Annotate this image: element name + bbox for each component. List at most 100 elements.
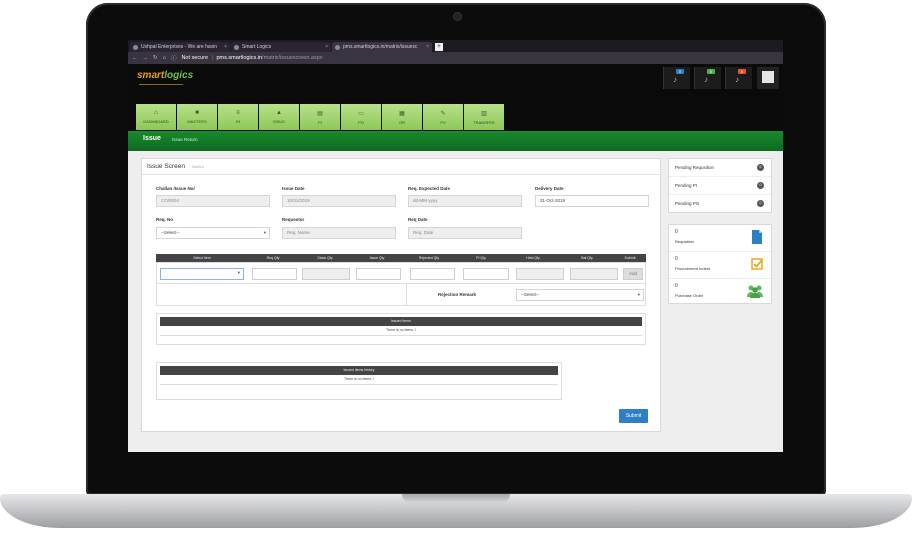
req-date-field[interactable]: Req. Date: [408, 227, 522, 239]
browser-tab[interactable]: Smart Logics ×: [231, 42, 331, 52]
col-header: Rejected Qty: [418, 256, 440, 260]
close-icon[interactable]: ×: [325, 44, 328, 50]
issue-qty-input[interactable]: [356, 268, 401, 280]
nav-item-pi[interactable]: ▤ PI: [300, 104, 340, 130]
held-qty-input[interactable]: [516, 268, 564, 280]
nav-item-pv[interactable]: ✎ PV: [423, 104, 463, 130]
pending-label: Pending PI: [675, 183, 698, 188]
nav-item-masters[interactable]: ■ MASTERS: [177, 104, 217, 130]
tab-label: Smart Logics: [242, 44, 272, 50]
stat-requsition[interactable]: 0 Requsition: [669, 225, 771, 252]
back-icon[interactable]: ←: [132, 55, 138, 61]
notification-bell-2[interactable]: ♪ 0: [694, 67, 721, 89]
section-title[interactable]: Issue: [143, 135, 161, 142]
table-header: Issued Items history: [160, 366, 558, 375]
browser-urlbar: ← → ↻ ⌂ ⓘ Not secure | pms.smartlogics.i…: [128, 52, 783, 64]
issue-screen-panel: Issue Screen Matrix ▸ Challan /Issue No/…: [141, 158, 661, 432]
pending-row[interactable]: Pending PO 0: [669, 195, 771, 212]
rejection-remark-label: Rejection Remark: [438, 292, 477, 297]
user-icon: ▲: [276, 110, 282, 116]
stat-value: 0: [675, 256, 678, 262]
items-grid-row: ▾ Add: [156, 262, 646, 284]
pending-row[interactable]: Pending Requsition 0: [669, 159, 771, 177]
req-no-select[interactable]: --Select-- ▾: [156, 227, 270, 239]
submit-button[interactable]: Submit: [619, 409, 648, 423]
col-header: Req Qty: [266, 256, 280, 260]
nav-item-gr[interactable]: ▦ GR: [382, 104, 422, 130]
rejection-remark-value: --Select--: [521, 292, 540, 297]
stat-purchase-order[interactable]: 0 Purchase Order: [669, 279, 771, 305]
req-qty-input[interactable]: [252, 268, 297, 280]
notification-badge: 0: [707, 69, 715, 74]
close-icon[interactable]: ×: [426, 44, 429, 50]
issue-date-field[interactable]: 10/31/2019: [282, 195, 396, 207]
favicon-icon: [133, 44, 138, 50]
divider: [406, 284, 407, 305]
challan-field[interactable]: CO/0004: [156, 195, 270, 207]
col-header: Issue Qty: [369, 256, 385, 260]
address-field[interactable]: ⓘ Not secure | pms.smartlogics.in/matrix…: [171, 54, 323, 62]
main-nav: ⌂ DASHBOARD ■ MASTERS ≡ RI ▲ ISSUE ▤ PI ▭ PO ▦…: [136, 104, 505, 130]
new-tab-icon[interactable]: +: [435, 43, 443, 51]
rejection-row: Rejection Remark --Select-- ▾: [156, 284, 646, 306]
nav-label: MASTERS: [187, 119, 207, 124]
panel-title: Issue Screen: [147, 163, 185, 170]
user-menu[interactable]: [757, 67, 779, 89]
doc-icon: ▤: [317, 111, 323, 117]
col-header: Bal Qty: [581, 256, 593, 260]
logo-part-b: logics: [164, 70, 194, 81]
col-header: PI Qty: [476, 256, 486, 260]
pending-label: Pending Requsition: [675, 165, 715, 170]
stat-procurement[interactable]: 0 Procurement Indent: [669, 252, 771, 279]
delivery-date-field[interactable]: 31-Oct-2019: [535, 195, 649, 207]
pending-panel: Pending Requsition 0 Pending PI 0 Pending …: [668, 158, 772, 213]
browser-tab-active[interactable]: pms.smartlogics.in/matrix/issuesc ×: [332, 42, 432, 52]
stat-label: Procurement Indent: [675, 266, 711, 271]
notification-bell-1[interactable]: ♪ 0: [663, 67, 690, 89]
reload-icon[interactable]: ↻: [153, 55, 158, 61]
notification-bell-3[interactable]: ♪ 0: [725, 67, 752, 89]
requestor-label: Requestor: [282, 217, 305, 222]
chevron-down-icon: ▾: [637, 292, 640, 297]
forward-icon[interactable]: →: [143, 55, 149, 61]
empty-message: There is no Items..!: [160, 326, 642, 336]
logo[interactable]: smartlogics: [137, 70, 193, 81]
col-header: Select Item: [193, 256, 211, 260]
req-expected-field[interactable]: dd-MM-yyyy: [408, 195, 522, 207]
info-icon: ⓘ: [170, 56, 177, 62]
nav-item-po[interactable]: ▭ PO: [341, 104, 381, 130]
camera: [454, 13, 461, 20]
section-sub-link[interactable]: Issue Return: [172, 137, 198, 142]
add-button[interactable]: Add: [623, 268, 643, 280]
pi-qty-input[interactable]: [463, 268, 509, 280]
briefcase-icon: ■: [195, 110, 199, 116]
col-header: Stock Qty: [317, 256, 333, 260]
nav-item-issue[interactable]: ▲ ISSUE: [259, 104, 299, 130]
home-icon[interactable]: ⌂: [163, 55, 166, 61]
nav-item-transfer[interactable]: ▥ TRANSFER: [464, 104, 504, 130]
chevron-down-icon: ▾: [263, 230, 266, 235]
browser-tab[interactable]: Ushpal Enterprises - We are havin ×: [130, 42, 230, 52]
bal-qty-input[interactable]: [570, 268, 618, 280]
calendar-icon: ▦: [399, 111, 405, 117]
issued-history-table: Issued Items history There is no Items..…: [156, 362, 562, 400]
rejection-remark-select[interactable]: --Select-- ▾: [516, 289, 644, 301]
requestor-field[interactable]: Req. Name: [282, 227, 396, 239]
divider: |: [212, 55, 214, 61]
stock-qty-input[interactable]: [302, 268, 350, 280]
bell-icon: ♪: [673, 75, 677, 84]
favicon-icon: [234, 44, 239, 50]
select-item-dropdown[interactable]: ▾: [160, 268, 244, 280]
rejected-qty-input[interactable]: [410, 268, 455, 280]
pending-row[interactable]: Pending PI 0: [669, 177, 771, 195]
req-no-value: --Select--: [161, 230, 180, 235]
col-header: Submit: [624, 256, 636, 260]
breadcrumb: Matrix ▸: [192, 165, 205, 169]
close-icon[interactable]: ×: [224, 44, 227, 50]
nav-label: PO: [358, 120, 364, 125]
nav-item-dashboard[interactable]: ⌂ DASHBOARD: [136, 104, 176, 130]
challan-label: Challan /Issue No/: [156, 186, 195, 191]
items-grid-header: Select Item Req Qty Stock Qty Issue Qty …: [156, 254, 646, 262]
nav-label: TRANSFER: [473, 120, 495, 125]
nav-item-ri[interactable]: ≡ RI: [218, 104, 258, 130]
